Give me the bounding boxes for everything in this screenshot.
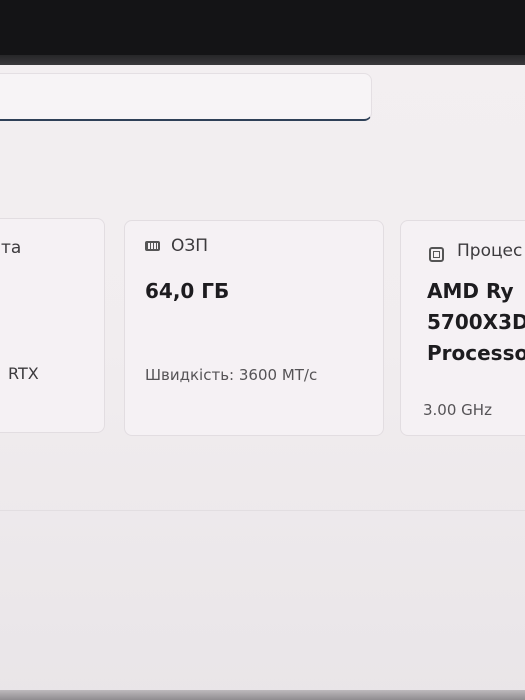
cpu-icon	[429, 247, 444, 262]
gpu-card-detail: RTX	[8, 364, 39, 383]
cpu-card-value-line-2: 5700X3D	[427, 310, 525, 334]
gpu-card[interactable]: та RTX	[0, 218, 105, 433]
search-input[interactable]	[0, 73, 372, 121]
window-top-bar	[0, 55, 525, 65]
ram-card-title: ОЗП	[171, 236, 209, 256]
section-divider	[0, 510, 525, 511]
ram-card-value: 64,0 ГБ	[145, 279, 230, 303]
ram-card[interactable]: ОЗП 64,0 ГБ Швидкість: 3600 МТ/с	[124, 220, 384, 436]
cpu-card-value-line-3: Processo	[427, 341, 525, 365]
screen-bottom-edge	[0, 690, 525, 700]
settings-window: та RTX ОЗП 64,0 ГБ Швидкість: 3600 МТ/с …	[0, 55, 525, 700]
ram-icon	[145, 241, 160, 251]
cpu-card-value-line-1: AMD Ry	[427, 279, 514, 303]
cpu-card-title: Процес	[457, 241, 523, 261]
cpu-card-frequency: 3.00 GHz	[423, 401, 492, 419]
cpu-card[interactable]: Процес AMD Ry 5700X3D Processo 3.00 GHz	[400, 220, 525, 436]
ram-card-speed: Швидкість: 3600 МТ/с	[145, 366, 318, 384]
gpu-card-title: та	[1, 238, 22, 258]
